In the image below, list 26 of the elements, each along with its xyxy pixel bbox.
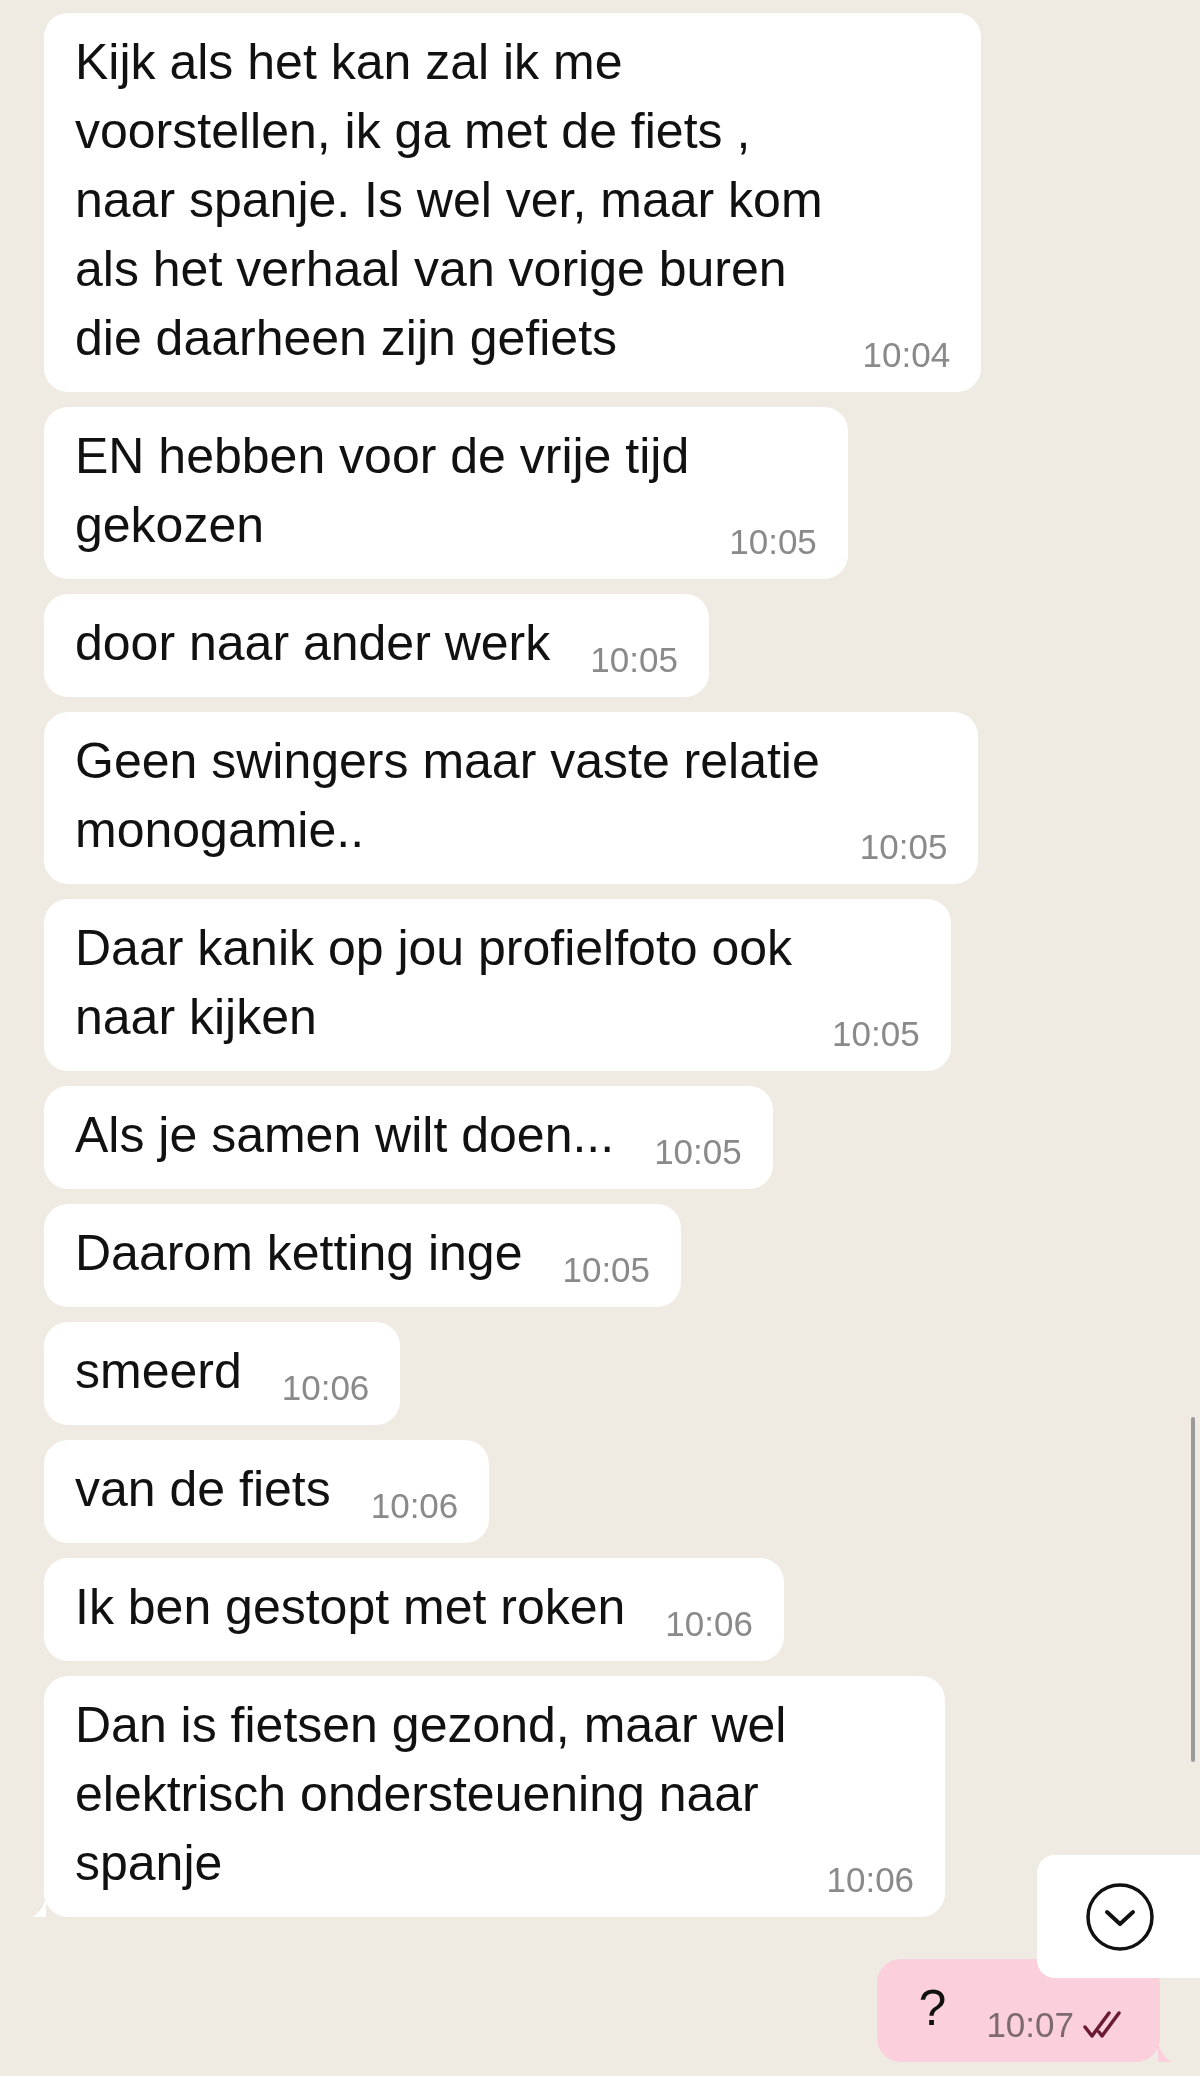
scroll-down-button[interactable] [1037,1855,1200,1978]
timestamp: 10:05 [859,827,948,867]
timestamp: 10:06 [826,1860,915,1900]
message-text: ? [918,1979,947,2038]
timestamp: 10:06 [665,1604,753,1644]
timestamp: 10:04 [862,335,951,375]
message-text: EN hebben voor de vrije tijd gekozen [75,427,690,555]
message-text: Dan is fietsen gezond, maar wel elektrisch ondersteuening naar spanje [75,1696,787,1893]
message-text: Daarom ketting inge [75,1224,523,1283]
message-text: van de fiets [75,1460,331,1519]
message-text: door naar ander werk [75,614,551,673]
message-text: Ik ben gestopt met roken [75,1578,626,1637]
timestamp: 10:06 [281,1368,370,1408]
timestamp: 10:05 [654,1132,742,1172]
message-text: Daar kanik op jou profielfoto ook naar kijken [75,919,793,1047]
timestamp: 10:05 [729,522,817,562]
message-text: Geen swingers maar vaste relatie monogamie.. [75,732,820,860]
timestamp: 10:05 [832,1014,920,1054]
message-text: Als je samen wilt doen... [75,1106,615,1165]
timestamp: 10:06 [370,1486,459,1526]
timestamp: 10:05 [562,1250,651,1290]
timestamp: 10:07 [986,2005,1074,2045]
timestamp: 10:05 [590,640,678,680]
message-text: Kijk als het kan zal ik me voorstellen, ik ga met de fiets , naar spanje. Is wel ver, maar kom als het verhaal van vorige buren die daarheen zijn gefiets [75,33,823,368]
message-text: smeerd [75,1342,242,1401]
chevron-down-icon [1085,1881,1155,1952]
